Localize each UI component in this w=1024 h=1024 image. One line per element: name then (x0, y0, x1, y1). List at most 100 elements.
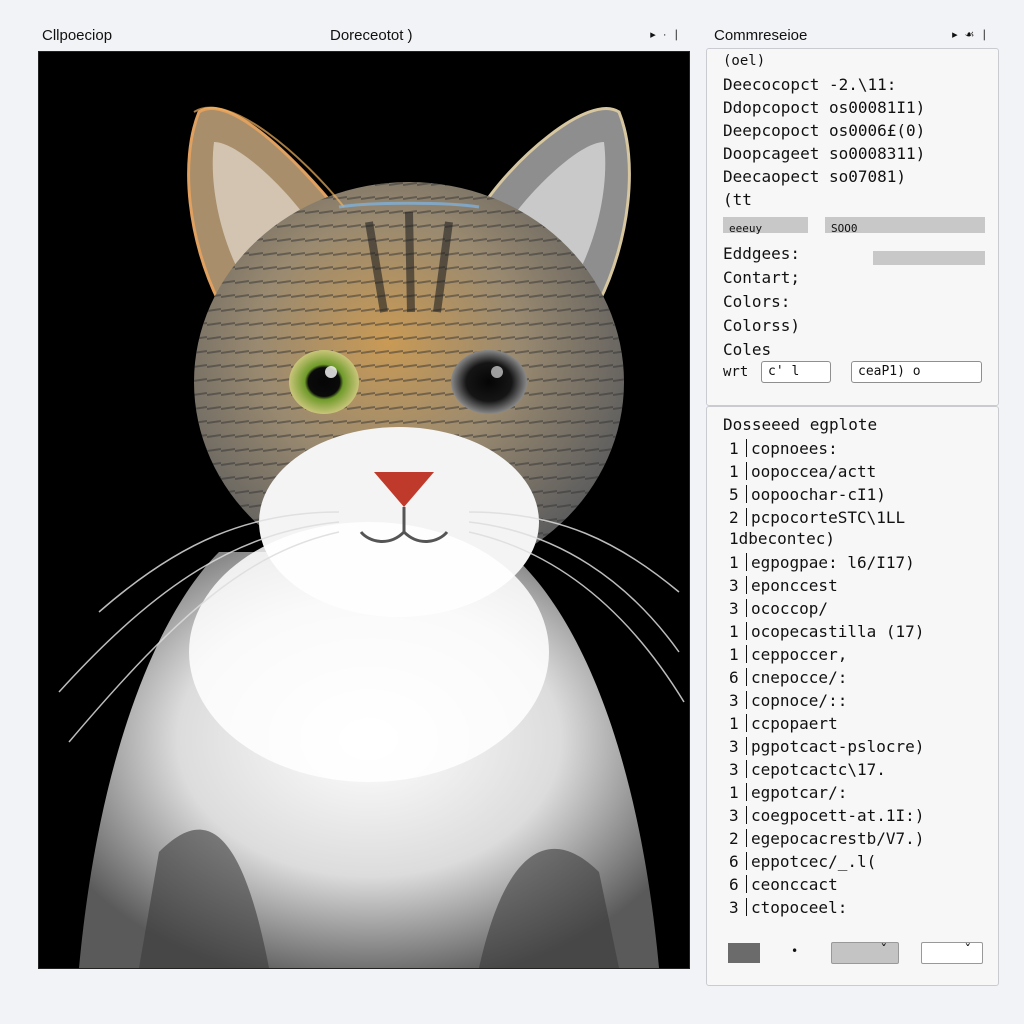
list-item[interactable]: 3 ctopoceel: (729, 898, 847, 921)
list-item-count: 1 (729, 439, 739, 458)
list-item-label: eponccest (751, 576, 838, 595)
list-item-count: 1 (729, 622, 739, 641)
list-item-label: egepocacrestb/V7.) (751, 829, 925, 848)
list-item[interactable]: 1 egpotcar/: (729, 783, 847, 806)
list-item-count: 6 (729, 668, 739, 687)
list-item-label: ceppoccer, (751, 645, 848, 664)
list-separator (746, 645, 747, 663)
list-item[interactable]: 1 oopoccea/actt (729, 462, 876, 485)
list-item[interactable]: 1 ocopecastilla (17) (729, 622, 924, 645)
slider-a[interactable]: eeeuy (723, 217, 808, 235)
list-item[interactable]: 3 coegpocett-at.1I:) (729, 806, 924, 829)
footer-dot: • (791, 944, 799, 958)
list-item[interactable]: 6 ceonccact (729, 875, 838, 898)
list-item-count: 3 (729, 691, 739, 710)
list-separator (746, 829, 747, 847)
play-icon[interactable]: ▸ (650, 29, 663, 41)
list-item-count: 3 (729, 898, 739, 917)
list-item[interactable]: 3 pgpotcact-pslocre) (729, 737, 924, 760)
list-item[interactable]: 6 cnepocce/: (729, 668, 847, 691)
list-item[interactable]: 1 ccpopaert (729, 714, 838, 737)
list-item-label: egpotcar/: (751, 783, 848, 802)
list-item-count: 1 (729, 645, 739, 664)
left-window-center-title: Doreceotot ) (330, 27, 413, 44)
list-item-count: 3 (729, 806, 739, 825)
wrt-input[interactable]: c' l (761, 361, 831, 383)
dot-icon[interactable]: · (663, 29, 674, 41)
settings-item[interactable]: Deecocopct -2.\11: (723, 75, 896, 94)
list-item-label: ccpopaert (751, 714, 838, 733)
list-item-label: eppotcec/_.l( (751, 852, 877, 871)
prop-colors-label: Colors: (723, 292, 791, 311)
list-separator (746, 898, 747, 916)
list-separator (746, 806, 747, 824)
swatch-dark[interactable] (728, 943, 760, 963)
section-label: (tt (723, 190, 752, 209)
list-separator (746, 462, 747, 480)
settings-item[interactable]: Deecaopect so07081) (723, 167, 906, 186)
list-separator (746, 576, 747, 594)
list-item-count: 2 (729, 508, 739, 527)
list-item[interactable]: 3 copnoce/:: (729, 691, 847, 714)
cat-photo (39, 52, 689, 968)
list-item-count: 5 (729, 485, 739, 504)
list-separator (746, 783, 747, 801)
list-separator (746, 599, 747, 617)
list-separator (746, 852, 747, 870)
left-window-titlebar: Cllpoeciop Doreceotot ) ▸·∣ (40, 20, 690, 50)
list-item[interactable]: 5 oopoochar-cI1) (729, 485, 886, 508)
list-separator (746, 622, 747, 640)
list-item[interactable]: 3 cepotcactc\17. (729, 760, 886, 783)
prop-edges-label: Eddgees: (723, 244, 801, 263)
mode-select[interactable]: ceaP1) o (851, 361, 982, 383)
list-item-label: pgpotcact-pslocre) (751, 737, 925, 756)
prop-colors2-label: Colorss) (723, 316, 801, 335)
list-item[interactable]: 2 pcpocorteSTC\1LL (729, 508, 905, 531)
list-item-label: oopoccea/actt (751, 462, 877, 481)
image-canvas[interactable] (38, 51, 690, 969)
check-icon: ˇ (879, 943, 888, 959)
play-icon[interactable]: ▸ (952, 29, 965, 41)
list-item-count: 3 (729, 760, 739, 779)
right-window-title: Commreseioe (714, 27, 808, 44)
list-item-count: 3 (729, 737, 739, 756)
prop-contrast-label: Contart; (723, 268, 801, 287)
list-item-count: 3 (729, 576, 739, 595)
prop-coles-label: Coles (723, 340, 772, 359)
list-item[interactable]: 1 ceppoccer, (729, 645, 847, 668)
list-item[interactable]: 1 copnoees: (729, 439, 838, 462)
list-item-count: 1 (729, 553, 739, 572)
left-window-controls: ▸·∣ (650, 28, 686, 41)
bar-icon[interactable]: ∣ (674, 29, 687, 41)
bar-icon[interactable]: ∣ (982, 29, 995, 41)
edges-slider[interactable] (873, 251, 985, 265)
right-window-controls: ▸☙∣ (952, 28, 994, 41)
settings-item[interactable]: Deepcopoct os0006£(0) (723, 121, 925, 140)
right-window-titlebar: Commreseioe ▸☙∣ (714, 20, 998, 50)
list-item[interactable]: 3 eponccest (729, 576, 838, 599)
footer-check-a[interactable]: ˇ (831, 942, 899, 964)
slider-b[interactable]: SOO0 (825, 217, 985, 235)
list-separator (746, 691, 747, 709)
list-item-label: ocopecastilla (17) (751, 622, 925, 641)
list-item[interactable]: 2 egepocacrestb/V7.) (729, 829, 924, 852)
list-item-label: cepotcactc\17. (751, 760, 886, 779)
settings-item[interactable]: Doopcageet so0008311) (723, 144, 925, 163)
settings-item[interactable]: Ddopcopoct os00081I1) (723, 98, 925, 117)
list-item[interactable]: 6 eppotcec/_.l( (729, 852, 876, 875)
list-item-label: cnepocce/: (751, 668, 848, 687)
list-item-label: ctopoceel: (751, 898, 848, 917)
list-item[interactable]: 1 egpogpae: l6/I17) (729, 553, 915, 576)
footer-check-b[interactable]: ˇ (921, 942, 983, 964)
list-item-count: 1 (729, 462, 739, 481)
list-item[interactable]: 3 ococcop/ (729, 599, 828, 622)
slider-b-label: SOO0 (831, 222, 858, 235)
list-separator (746, 760, 747, 778)
list-separator (746, 508, 747, 526)
dot-icon[interactable]: ☙ (965, 29, 982, 41)
list-separator (746, 875, 747, 893)
list-separator (746, 737, 747, 755)
list-item-count: 6 (729, 875, 739, 894)
check-icon: ˇ (963, 943, 972, 959)
list-item-label: ococcop/ (751, 599, 829, 618)
